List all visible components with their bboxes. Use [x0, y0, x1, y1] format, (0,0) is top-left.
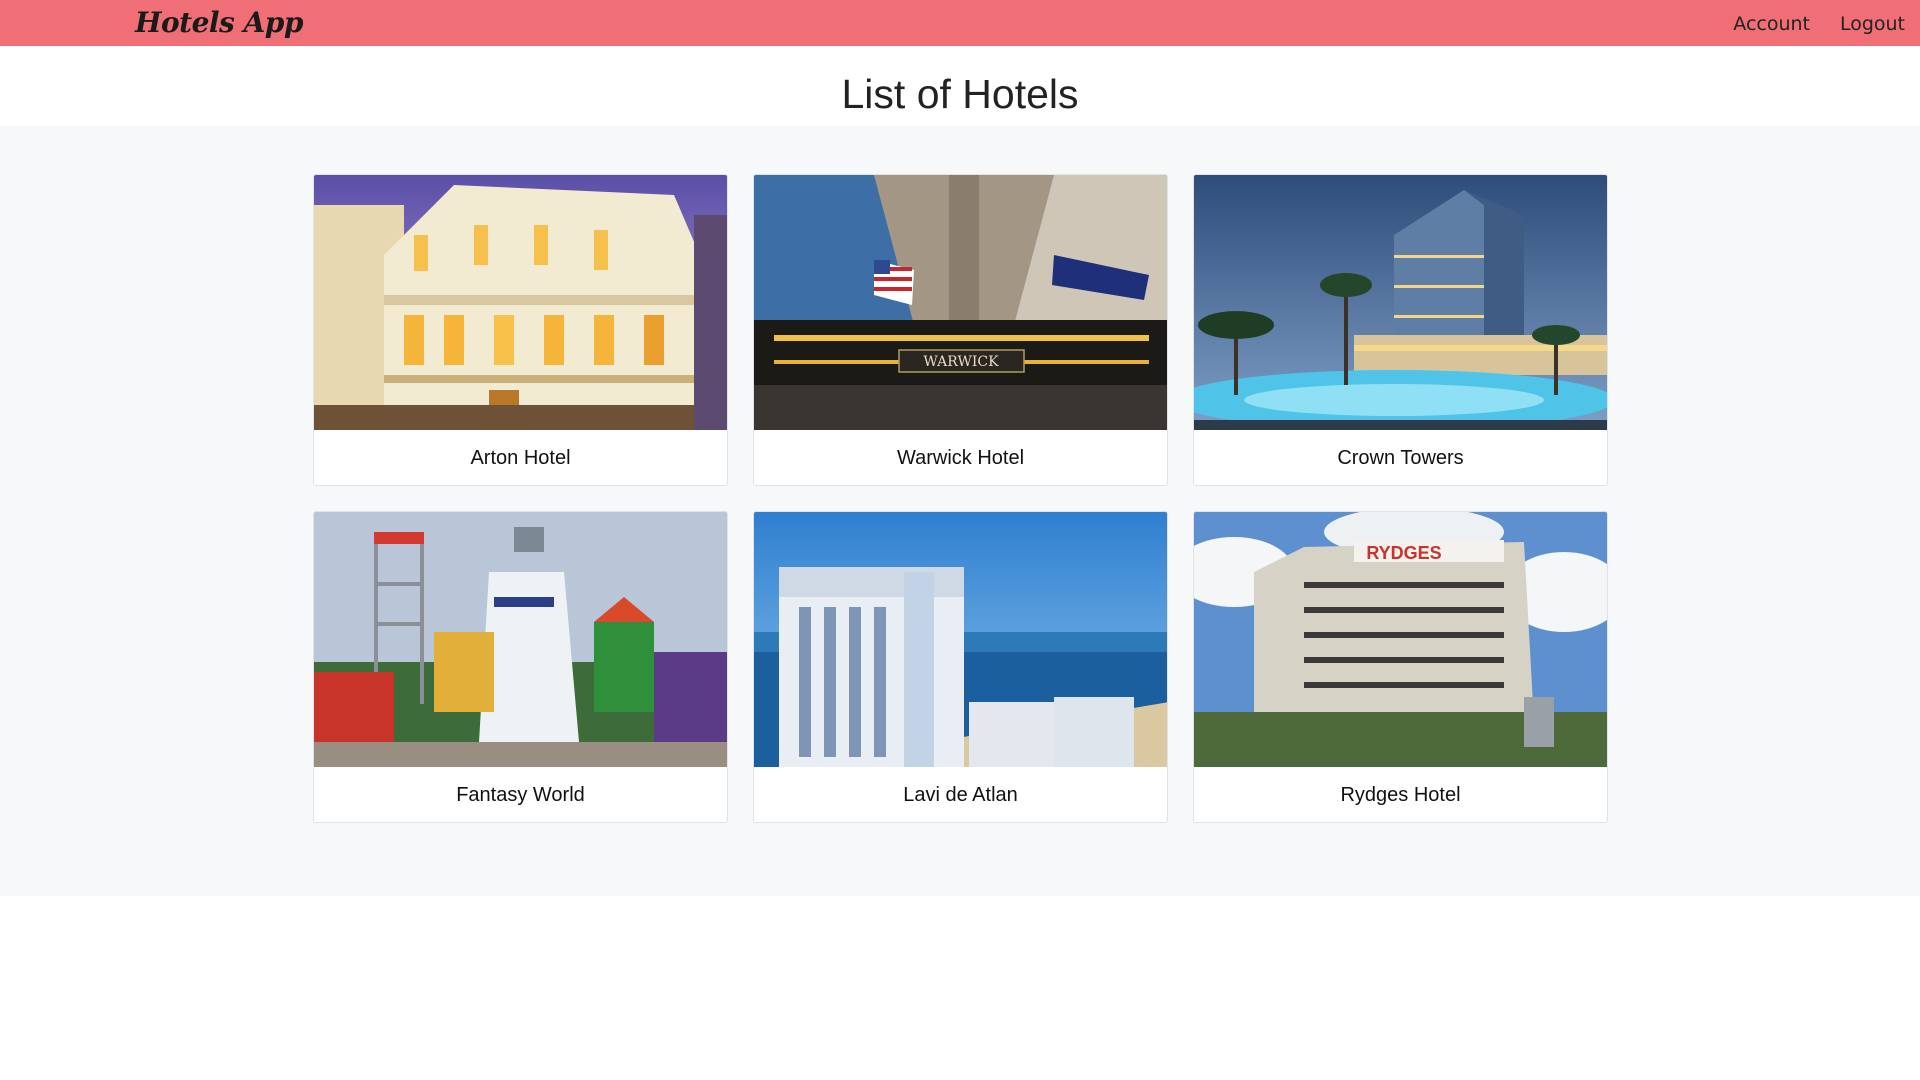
hotel-photo[interactable] — [754, 512, 1167, 767]
rydges-sign-text: RYDGES — [1366, 543, 1441, 563]
account-link[interactable]: Account — [1733, 12, 1810, 36]
hotel-name[interactable]: Warwick Hotel — [754, 430, 1167, 485]
warwick-sign-text: WARWICK — [923, 354, 999, 370]
hotel-name[interactable]: Rydges Hotel — [1194, 767, 1607, 822]
page-title: List of Hotels — [841, 71, 1079, 117]
hotel-card-warwick-hotel[interactable]: WARWICK Warwick Hotel — [753, 174, 1168, 486]
hotel-name[interactable]: Arton Hotel — [314, 430, 727, 485]
top-navbar: Hotels App Account Logout — [0, 0, 1920, 46]
hotel-name[interactable]: Lavi de Atlan — [754, 767, 1167, 822]
hotel-photo[interactable]: WARWICK — [754, 175, 1167, 430]
hotel-photo[interactable] — [1194, 175, 1607, 430]
title-band: List of Hotels — [0, 46, 1920, 126]
hotel-name[interactable]: Crown Towers — [1194, 430, 1607, 485]
hotel-card-fantasy-world[interactable]: Fantasy World — [313, 511, 728, 823]
brand-logo[interactable]: Hotels App — [135, 6, 303, 40]
hotel-photo[interactable] — [314, 512, 727, 767]
logout-link[interactable]: Logout — [1840, 12, 1905, 36]
hotel-card-arton-hotel[interactable]: Arton Hotel — [313, 174, 728, 486]
hotel-name[interactable]: Fantasy World — [314, 767, 727, 822]
hotel-photo[interactable]: RYDGES — [1194, 512, 1607, 767]
hotel-photo[interactable] — [314, 175, 727, 430]
hotel-card-rydges-hotel[interactable]: RYDGES Rydges Hotel — [1193, 511, 1608, 823]
hotel-card-lavi-de-atlan[interactable]: Lavi de Atlan — [753, 511, 1168, 823]
hotel-card-crown-towers[interactable]: Crown Towers — [1193, 174, 1608, 486]
